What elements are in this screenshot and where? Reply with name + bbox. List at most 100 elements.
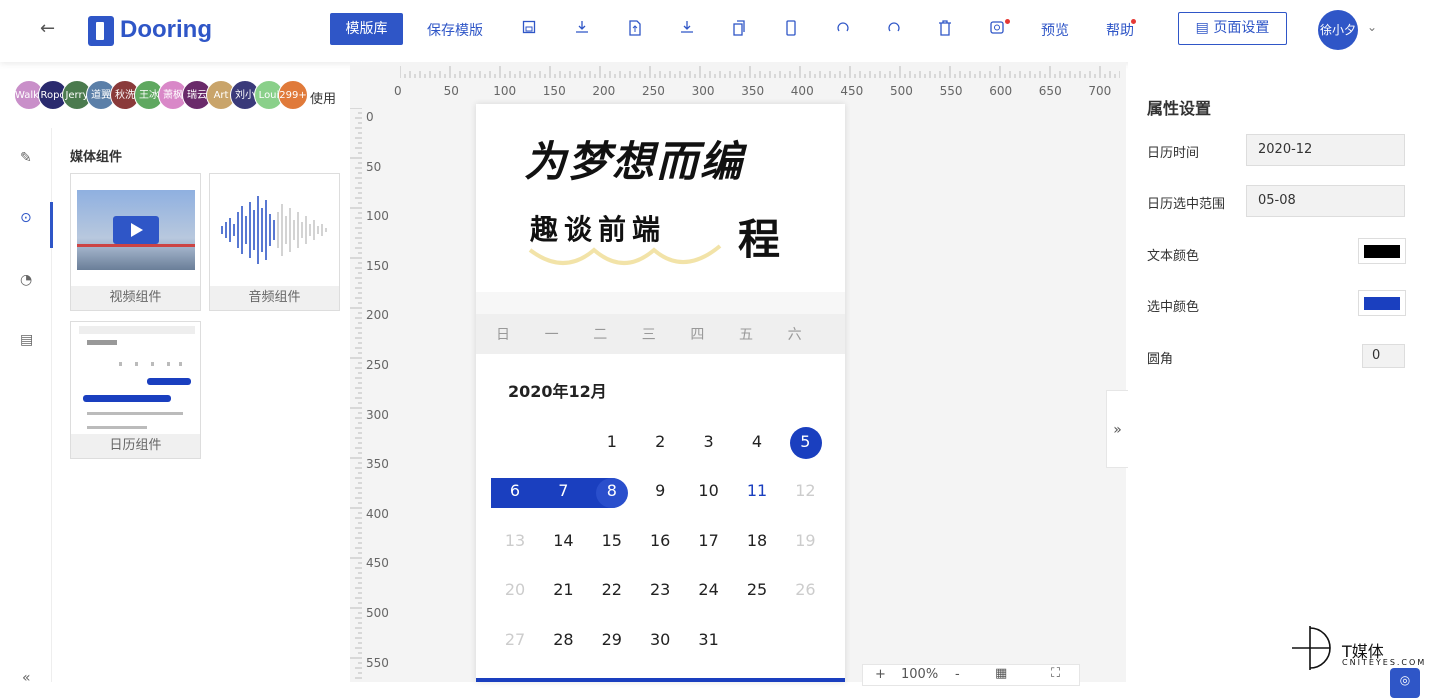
calendar-day[interactable]: 9: [636, 481, 684, 500]
ruler-top-label: 550: [939, 84, 963, 98]
weekday-label: 四: [690, 327, 705, 343]
use-label[interactable]: 使用: [310, 88, 336, 107]
zoom-level: 100%: [901, 667, 939, 682]
bridge-rail: [77, 244, 195, 247]
calendar-component-card[interactable]: 日历组件: [70, 321, 201, 459]
ruler-top-label: 50: [443, 84, 459, 98]
save-template-button[interactable]: 保存模版: [427, 20, 483, 40]
calendar-day[interactable]: 29: [588, 630, 636, 649]
help-button[interactable]: 帮助: [1106, 20, 1134, 40]
page-preview[interactable]: 为梦想而编 趣谈前端 程 日一二三四五六 2020年12月 1234567891…: [476, 104, 845, 682]
calendar-day[interactable]: 20: [491, 580, 539, 599]
help-float-button[interactable]: ◎: [1390, 668, 1420, 698]
banner-title-end: 程: [738, 215, 781, 264]
form-icon[interactable]: ▤: [20, 332, 33, 348]
calendar-day[interactable]: 1: [588, 432, 636, 451]
component-label: 音频组件: [210, 286, 339, 310]
calendar-time-input[interactable]: 2020-12: [1246, 134, 1405, 166]
calendar-day[interactable]: 8: [588, 481, 636, 500]
text-color-picker[interactable]: [1358, 238, 1406, 264]
ruler-left-label: 450: [366, 556, 389, 571]
undo-icon[interactable]: [836, 20, 850, 36]
calendar-day[interactable]: 11: [733, 481, 781, 500]
calendar-day[interactable]: 5: [781, 432, 829, 451]
grid-icon[interactable]: ▦: [995, 666, 1007, 681]
copy-icon[interactable]: [732, 20, 746, 36]
ruler-left-label: 400: [366, 506, 389, 521]
range-label: 日历选中范围: [1147, 197, 1226, 212]
month-title: 2020年12月: [508, 382, 607, 401]
calendar-day[interactable]: 7: [539, 481, 587, 500]
mobile-icon[interactable]: [784, 20, 798, 36]
collapse-panel-icon[interactable]: «: [22, 670, 31, 686]
collaborator-count[interactable]: 299+: [278, 80, 308, 110]
back-arrow-icon[interactable]: ←: [40, 18, 55, 39]
zoom-out-button[interactable]: -: [955, 667, 960, 682]
calendar-day[interactable]: 10: [685, 481, 733, 500]
component-label: 日历组件: [71, 434, 200, 458]
calendar-day[interactable]: 21: [539, 580, 587, 599]
pen-icon[interactable]: ✎: [20, 150, 32, 166]
ruler-left-label: 300: [366, 407, 389, 422]
file-upload-icon[interactable]: [628, 20, 642, 36]
calendar-day[interactable]: 3: [685, 432, 733, 451]
ruler-left-label: 150: [366, 258, 389, 273]
user-avatar[interactable]: 徐小夕: [1318, 10, 1358, 50]
radius-input[interactable]: 0: [1362, 344, 1405, 368]
calendar-day[interactable]: 16: [636, 531, 684, 550]
redo-icon[interactable]: [887, 20, 901, 36]
ruler-top-label: 500: [890, 84, 913, 98]
calendar-day[interactable]: 18: [733, 531, 781, 550]
calendar-day[interactable]: 12: [781, 481, 829, 500]
calendar-day[interactable]: 24: [685, 580, 733, 599]
download-icon[interactable]: [575, 20, 589, 36]
calendar-day[interactable]: 31: [685, 630, 733, 649]
range-input[interactable]: 05-08: [1246, 185, 1405, 217]
audio-waveform-icon: [221, 196, 327, 264]
save-icon[interactable]: [522, 20, 536, 36]
audio-component-card[interactable]: 音频组件: [209, 173, 340, 311]
calendar-day[interactable]: 22: [588, 580, 636, 599]
expand-panel-icon[interactable]: »: [1106, 390, 1128, 468]
calendar-day[interactable]: 6: [491, 481, 539, 500]
ruler-top-label: 350: [741, 84, 765, 98]
calendar-day[interactable]: 15: [588, 531, 636, 550]
calendar-day[interactable]: 23: [636, 580, 684, 599]
zoom-in-button[interactable]: +: [875, 667, 886, 682]
media-play-icon[interactable]: ⊙: [20, 210, 32, 226]
video-component-card[interactable]: 视频组件: [70, 173, 201, 311]
calendar-day[interactable]: 19: [781, 531, 829, 550]
calendar-day[interactable]: 26: [781, 580, 829, 599]
chart-icon[interactable]: ◔: [20, 272, 32, 288]
ruler-top: [400, 66, 1120, 78]
screenshot-icon[interactable]: [990, 20, 1004, 36]
weekday-label: 日: [496, 327, 510, 343]
preview-button[interactable]: 预览: [1041, 20, 1069, 40]
export-icon[interactable]: [680, 20, 694, 36]
trash-icon[interactable]: [938, 20, 952, 36]
calendar-day[interactable]: 14: [539, 531, 587, 550]
ruler-top-label: 450: [840, 84, 864, 98]
calendar-day[interactable]: 27: [491, 630, 539, 649]
ruler-left-label: 250: [366, 358, 389, 372]
calendar-day[interactable]: 28: [539, 630, 587, 649]
dooring-logo-icon: [88, 16, 114, 46]
selected-color-swatch: [1364, 297, 1400, 310]
chevron-down-icon[interactable]: ⌄: [1367, 20, 1377, 34]
calendar-day[interactable]: 13: [491, 531, 539, 550]
calendar-day[interactable]: 30: [636, 630, 684, 649]
calendar-day[interactable]: 4: [733, 432, 781, 451]
selected-color-picker[interactable]: [1358, 290, 1406, 316]
ruler-top-label: 300: [691, 84, 715, 98]
page-settings-button[interactable]: ▤ 页面设置: [1178, 12, 1287, 45]
fullscreen-icon[interactable]: ⛶: [1051, 666, 1060, 681]
calendar-day[interactable]: 2: [636, 432, 684, 451]
ruler-top-label: 400: [790, 84, 814, 98]
template-library-button[interactable]: 模版库: [330, 13, 403, 45]
video-thumbnail: [77, 190, 195, 270]
ruler-top-label: 650: [1038, 84, 1062, 98]
text-color-swatch: [1364, 245, 1400, 258]
calendar-day[interactable]: 25: [733, 580, 781, 599]
calendar-day[interactable]: 17: [685, 531, 733, 550]
ruler-left-label: 350: [366, 457, 389, 472]
